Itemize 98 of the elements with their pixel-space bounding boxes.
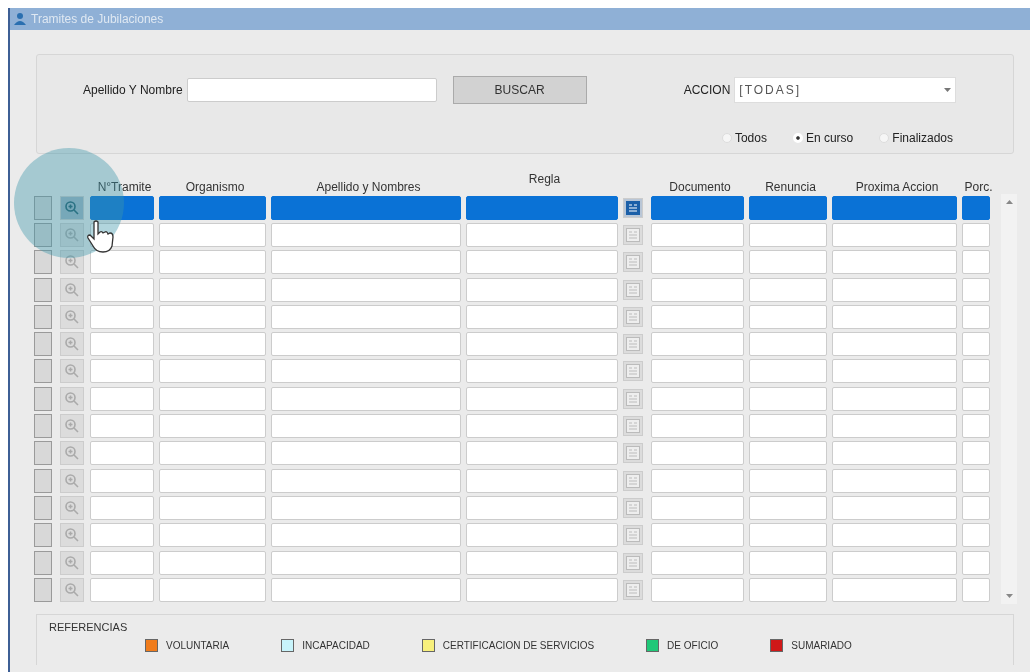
document-icon — [626, 419, 640, 433]
document-icon — [626, 255, 640, 270]
zoom-button[interactable] — [60, 550, 84, 575]
document-icon — [626, 227, 640, 242]
column-header: Organismo — [184, 180, 246, 194]
zoom-button[interactable] — [60, 195, 84, 220]
row-selector[interactable] — [34, 495, 52, 520]
zoom-icon — [64, 363, 80, 380]
radio-option[interactable]: Todos — [721, 122, 767, 153]
document-icon — [626, 200, 640, 215]
zoom-icon — [64, 472, 80, 489]
zoom-icon — [64, 281, 80, 298]
row-selector[interactable] — [34, 414, 52, 438]
document-icon — [626, 555, 640, 570]
scrollbar[interactable] — [1001, 194, 1017, 604]
zoom-button[interactable] — [60, 386, 84, 411]
row-selector[interactable] — [34, 468, 52, 493]
field-label: ACCION — [683, 82, 731, 97]
zoom-button[interactable] — [60, 332, 84, 357]
row-selector[interactable] — [34, 250, 52, 275]
table-cell[interactable] — [651, 195, 744, 220]
zoom-button[interactable] — [60, 414, 84, 438]
scroll-up-icon — [1005, 200, 1013, 204]
row-selector[interactable] — [34, 222, 52, 247]
zoom-icon — [64, 445, 80, 462]
name-field[interactable] — [186, 77, 437, 102]
row-selector[interactable] — [34, 386, 52, 411]
zoom-icon — [64, 336, 80, 353]
window-title: Tramites de Jubilaciones — [31, 12, 164, 26]
zoom-icon — [64, 527, 80, 544]
hand-cursor-icon — [86, 220, 116, 254]
legend-item: CERTIFICACION DE SERVICIOS — [421, 639, 595, 652]
document-icon — [626, 446, 640, 461]
zoom-button[interactable] — [60, 577, 84, 602]
table-cell[interactable] — [962, 195, 990, 220]
zoom-icon — [64, 418, 80, 434]
legend-item: VOLUNTARIA — [145, 639, 230, 652]
zoom-button[interactable] — [60, 277, 84, 302]
document-icon — [626, 364, 640, 379]
row-selector[interactable] — [34, 359, 52, 384]
column-header: Regla — [527, 172, 562, 186]
column-header: Porc. — [963, 180, 994, 194]
row-selector[interactable] — [34, 304, 52, 329]
table-cell[interactable] — [159, 195, 266, 220]
search-button[interactable]: BUSCAR — [452, 75, 587, 104]
radio-option[interactable]: En curso — [792, 122, 854, 153]
zoom-button[interactable] — [60, 359, 84, 384]
row-selector[interactable] — [34, 523, 52, 548]
row-selector[interactable] — [34, 332, 52, 357]
table-cell[interactable] — [466, 195, 618, 220]
zoom-icon — [64, 254, 80, 271]
zoom-icon — [64, 390, 80, 407]
detail-button[interactable] — [623, 197, 643, 218]
document-icon — [626, 582, 640, 597]
legend-item: DE OFICIO — [646, 639, 719, 652]
zoom-button[interactable] — [60, 222, 84, 247]
document-icon — [626, 473, 640, 488]
column-header: Proxima Accion — [854, 180, 940, 194]
zoom-icon — [64, 554, 80, 571]
table-cell[interactable] — [90, 195, 154, 220]
field-label: Apellido Y Nombre — [83, 82, 183, 97]
document-icon — [626, 337, 640, 352]
zoom-button[interactable] — [60, 250, 84, 275]
document-icon — [626, 500, 640, 515]
row-selector[interactable] — [34, 277, 52, 302]
zoom-button[interactable] — [60, 304, 84, 329]
zoom-button[interactable] — [60, 468, 84, 493]
zoom-icon — [64, 226, 80, 243]
table-cell[interactable] — [749, 195, 827, 220]
zoom-icon — [64, 581, 80, 598]
zoom-button[interactable] — [60, 441, 84, 466]
row-selector[interactable] — [34, 195, 52, 220]
radio-option[interactable]: Finalizados — [879, 122, 953, 153]
zoom-icon — [64, 499, 80, 516]
row-selector[interactable] — [34, 441, 52, 466]
legend-item: INCAPACIDAD — [281, 639, 370, 652]
column-header: Apellido y Nombres — [315, 180, 422, 194]
zoom-icon — [64, 308, 80, 325]
column-header: N°Tramite — [96, 180, 153, 194]
column-header: Documento — [668, 180, 732, 194]
zoom-icon — [64, 199, 80, 216]
legend-item: SUMARIADO — [770, 639, 852, 652]
column-header: Renuncia — [764, 180, 817, 194]
zoom-button[interactable] — [60, 495, 84, 520]
table-cell[interactable] — [832, 195, 957, 220]
scroll-down-icon — [1005, 594, 1013, 598]
section-title: REFERENCIAS — [49, 621, 128, 633]
accion-dropdown[interactable]: [TODAS] — [734, 76, 957, 103]
document-icon — [626, 282, 640, 297]
document-icon — [626, 309, 640, 324]
caret-icon — [944, 87, 952, 92]
zoom-button[interactable] — [60, 523, 84, 548]
people-icon — [13, 12, 27, 26]
row-selector[interactable] — [34, 577, 52, 602]
row-selector[interactable] — [34, 550, 52, 575]
table-cell[interactable] — [271, 195, 461, 220]
document-icon — [626, 391, 640, 406]
document-icon — [626, 528, 640, 543]
